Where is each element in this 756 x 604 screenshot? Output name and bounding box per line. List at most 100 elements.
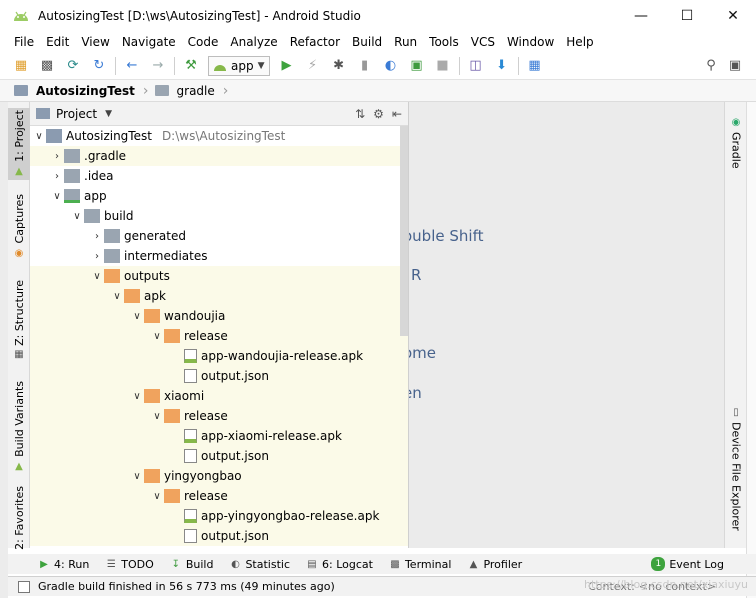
search-everywhere-icon[interactable]: ⚲ [703,58,719,74]
tree-item-idea[interactable]: › .idea [30,166,408,186]
tree-item-wandoujia[interactable]: ∨ wandoujia [30,306,408,326]
project-view-selector[interactable]: Project [56,107,97,121]
tree-item-apk-file[interactable]: app-wandoujia-release.apk [30,346,408,366]
tree-item-json-file[interactable]: output.json [30,446,408,466]
tab-event-log[interactable]: 1 Event Log [643,557,732,571]
chevron-down-icon[interactable]: ∨ [90,266,104,286]
tab-structure[interactable]: Z: Structure ▦ [8,280,30,361]
tab-profiler[interactable]: ▲ Profiler [459,558,530,571]
tab-favorites[interactable]: 2: Favorites [8,486,30,550]
chevron-down-icon[interactable]: ∨ [130,466,144,486]
gear-icon[interactable]: ⚙ [373,107,384,121]
apk-file-icon [184,429,197,443]
apply-changes-icon[interactable]: ⚡ [305,58,321,74]
chevron-right-icon[interactable]: › [50,146,64,166]
stop-icon[interactable]: ■ [435,58,451,74]
tree-item-build[interactable]: ∨ build [30,206,408,226]
maximize-button[interactable]: ☐ [664,0,710,32]
close-button[interactable]: ✕ [710,0,756,32]
open-folder-icon[interactable]: ▦ [13,58,29,74]
tab-project[interactable]: 1: Project ▲ [8,108,30,180]
tab-logcat[interactable]: ▤ 6: Logcat [298,558,381,571]
chevron-down-icon[interactable]: ∨ [150,326,164,346]
chevron-down-icon[interactable]: ∨ [150,486,164,506]
tree-item-outputs[interactable]: ∨ outputs [30,266,408,286]
tree-item-json-file[interactable]: output.json [30,366,408,386]
chevron-down-icon[interactable]: ∨ [110,286,124,306]
sync-icon[interactable]: ⟳ [65,58,81,74]
back-icon[interactable]: ← [124,58,140,74]
tree-item-xiaomi[interactable]: ∨ xiaomi [30,386,408,406]
tree-item-generated[interactable]: › generated [30,226,408,246]
sdk-manager-icon[interactable]: ⬇ [494,58,510,74]
menu-analyze[interactable]: Analyze [224,35,283,49]
vertical-scrollbar[interactable] [400,126,408,336]
breadcrumb-project[interactable]: AutosizingTest [14,80,143,102]
menu-view[interactable]: View [75,35,115,49]
tree-item-json-file[interactable]: output.json [30,526,408,546]
menu-build[interactable]: Build [346,35,388,49]
ide-icon[interactable]: ▣ [727,58,743,74]
menu-edit[interactable]: Edit [40,35,75,49]
chevron-down-icon[interactable]: ∨ [32,126,46,146]
tree-item-gradle[interactable]: › .gradle [30,146,408,166]
tree-item-apk-file[interactable]: app-xiaomi-release.apk [30,426,408,446]
run-config-selector[interactable]: app ▼ [208,55,270,76]
tab-todo[interactable]: ☰ TODO [97,558,162,571]
menu-help[interactable]: Help [560,35,599,49]
tree-item-release[interactable]: ∨ release [30,326,408,346]
chevron-down-icon[interactable]: ∨ [130,386,144,406]
menu-window[interactable]: Window [501,35,560,49]
chevron-right-icon[interactable]: › [90,246,104,266]
breadcrumb-gradle[interactable]: gradle [154,80,223,102]
debug-icon[interactable]: ✱ [331,58,347,74]
refresh-icon[interactable]: ↻ [91,58,107,74]
tree-item-intermediates[interactable]: › intermediates [30,246,408,266]
build-icon: ↧ [171,558,180,570]
tree-item-yingyongbao[interactable]: ∨ yingyongbao [30,466,408,486]
profile-icon[interactable]: ◐ [383,58,399,74]
menu-navigate[interactable]: Navigate [116,35,182,49]
tool-window-toggle-icon[interactable] [18,580,30,593]
chevron-down-icon[interactable]: ∨ [130,306,144,326]
menu-run[interactable]: Run [388,35,423,49]
menu-code[interactable]: Code [182,35,225,49]
chevron-down-icon[interactable]: ∨ [150,406,164,426]
make-project-icon[interactable]: ⚒ [183,58,199,74]
project-structure-icon[interactable]: ▦ [527,58,543,74]
save-all-icon[interactable]: ▩ [39,58,55,74]
tab-captures[interactable]: Captures ◉ [8,194,30,260]
chevron-down-icon[interactable]: ∨ [50,186,64,206]
attach-debugger-icon[interactable]: ▮ [357,58,373,74]
tree-item-release[interactable]: ∨ release [30,486,408,506]
menu-tools[interactable]: Tools [423,35,465,49]
tab-device-file-explorer[interactable]: ▯ Device File Explorer [725,402,747,542]
menu-file[interactable]: File [8,35,40,49]
dropdown-arrow-icon[interactable]: ▼ [105,109,112,119]
tree-item-apk[interactable]: ∨ apk [30,286,408,306]
tab-build-variants[interactable]: Build Variants ▲ [8,380,30,474]
avd-manager-icon[interactable]: ◫ [468,58,484,74]
chevron-down-icon[interactable]: ∨ [70,206,84,226]
tab-gradle[interactable]: ◉ Gradle [725,112,747,172]
collapse-all-icon[interactable]: ⇅ [355,107,365,121]
hide-panel-icon[interactable]: ⇤ [392,107,402,121]
run-icon[interactable]: ▶ [279,58,295,74]
tab-statistic[interactable]: ◐ Statistic [221,558,298,571]
chevron-right-icon[interactable]: › [50,166,64,186]
forward-icon[interactable]: → [150,58,166,74]
menu-refactor[interactable]: Refactor [284,35,346,49]
tree-item-release[interactable]: ∨ release [30,406,408,426]
menu-bar: File Edit View Navigate Code Analyze Ref… [0,32,756,52]
tab-build[interactable]: ↧ Build [162,558,222,571]
tab-run[interactable]: ▶ 4: Run [30,558,97,571]
menu-vcs[interactable]: VCS [465,35,501,49]
minimize-button[interactable]: — [618,0,664,32]
tab-terminal[interactable]: ▩ Terminal [381,558,460,571]
run-icon: ▶ [40,558,48,570]
chevron-right-icon[interactable]: › [90,226,104,246]
tree-item-app[interactable]: ∨ app [30,186,408,206]
coverage-icon[interactable]: ▣ [409,58,425,74]
tree-item-autosizingtest[interactable]: ∨ AutosizingTest D:\ws\AutosizingTest [30,126,408,146]
tree-item-apk-file[interactable]: app-yingyongbao-release.apk [30,506,408,526]
